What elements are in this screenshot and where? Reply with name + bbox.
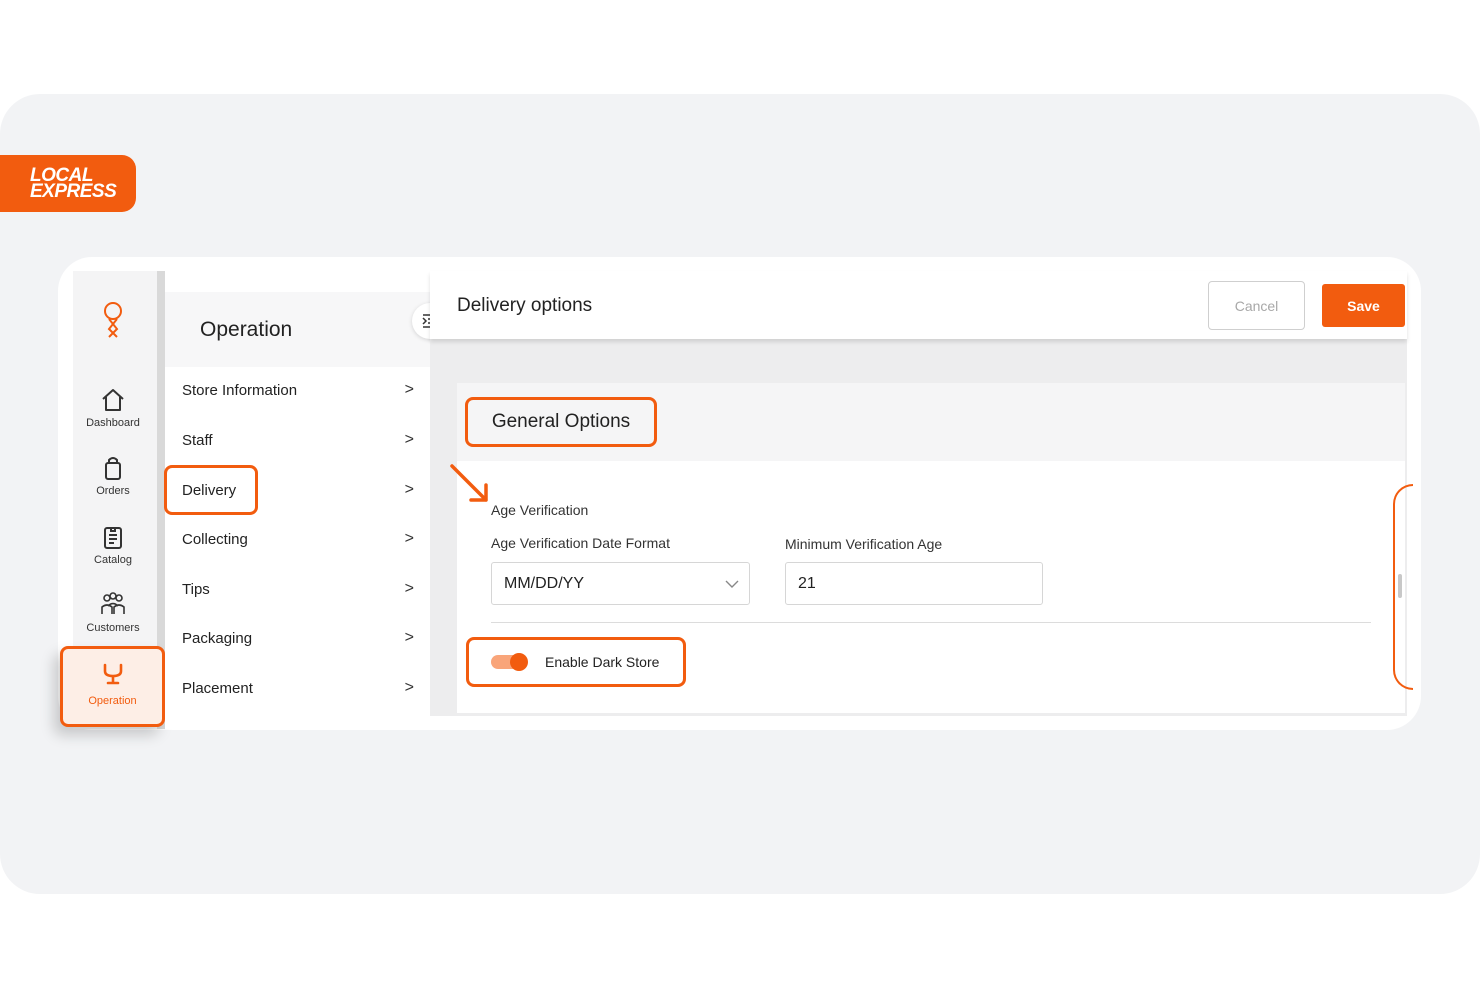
cancel-button[interactable]: Cancel <box>1208 281 1305 330</box>
submenu-item-label: Placement <box>182 679 253 697</box>
submenu-item-label: Staff <box>182 431 213 449</box>
submenu-item-staff[interactable]: Staff > <box>182 425 414 455</box>
chevron-right-icon: > <box>404 580 414 597</box>
delivery-highlight <box>164 465 258 515</box>
app-logo-icon <box>104 302 122 338</box>
date-format-label: Age Verification Date Format <box>491 535 670 551</box>
shopping-bag-icon <box>105 457 121 480</box>
rail-item-label: Catalog <box>94 554 132 566</box>
min-age-input[interactable]: 21 <box>785 562 1043 605</box>
scrollbar-thumb[interactable] <box>1398 574 1402 598</box>
rail-item-dashboard[interactable]: Dashboard <box>73 387 153 429</box>
logo-line-2: EXPRESS <box>30 180 117 202</box>
rail-item-label: Operation <box>88 695 137 707</box>
chevron-right-icon: > <box>404 679 414 696</box>
submenu-item-label: Collecting <box>182 530 248 548</box>
age-verification-label: Age Verification <box>491 502 589 518</box>
min-age-label: Minimum Verification Age <box>785 536 943 552</box>
local-express-logo: LOCAL EXPRESS <box>0 155 136 212</box>
date-format-value: MM/DD/YY <box>504 574 584 592</box>
home-icon <box>102 389 124 411</box>
divider <box>491 622 1371 623</box>
chevron-right-icon: > <box>404 481 414 498</box>
rail-item-operation[interactable]: Operation <box>60 646 165 727</box>
rail-item-label: Dashboard <box>86 417 140 429</box>
page-title: Delivery options <box>457 295 593 316</box>
chevron-right-icon: > <box>404 381 414 398</box>
min-age-value: 21 <box>798 574 816 592</box>
chevron-right-icon: > <box>404 629 414 646</box>
chevron-down-icon <box>725 580 739 588</box>
submenu-title: Operation <box>200 318 293 341</box>
submenu-item-placement[interactable]: Placement > <box>182 673 414 703</box>
dark-store-label: Enable Dark Store <box>545 654 660 670</box>
submenu-item-tips[interactable]: Tips > <box>182 574 414 604</box>
side-annotation-bracket <box>1393 484 1413 690</box>
submenu-item-store-information[interactable]: Store Information > <box>182 375 414 405</box>
annotation-arrow-icon <box>450 464 488 502</box>
chevron-right-icon: > <box>404 431 414 448</box>
submenu-item-label: Tips <box>182 580 210 598</box>
chevron-right-icon: > <box>404 530 414 547</box>
rail-item-label: Customers <box>86 622 140 634</box>
date-format-select[interactable]: MM/DD/YY <box>491 562 750 605</box>
rail-item-catalog[interactable]: Catalog <box>73 524 153 566</box>
clipboard-icon <box>104 527 122 549</box>
submenu-item-collecting[interactable]: Collecting > <box>182 524 414 554</box>
toggle-knob[interactable] <box>510 653 528 671</box>
users-icon <box>101 592 125 614</box>
submenu-item-label: Store Information <box>182 381 298 399</box>
rail-item-orders[interactable]: Orders <box>73 455 153 497</box>
wrench-icon <box>103 663 122 685</box>
submenu-item-label: Packaging <box>182 629 253 647</box>
save-button[interactable]: Save <box>1322 284 1405 327</box>
general-options-title: General Options <box>465 397 657 447</box>
rail-item-customers[interactable]: Customers <box>73 592 153 634</box>
rail-item-label: Orders <box>96 485 130 497</box>
submenu-item-packaging[interactable]: Packaging > <box>182 623 414 653</box>
